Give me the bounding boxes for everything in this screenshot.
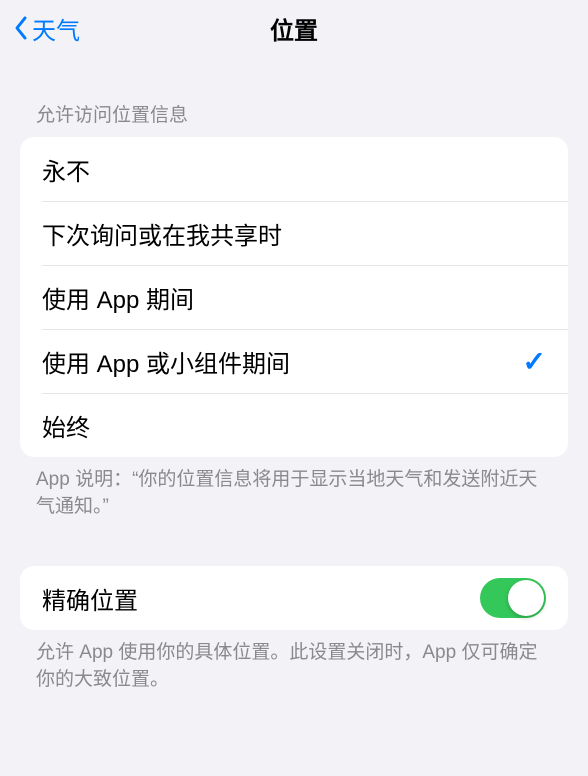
page-title: 位置: [270, 11, 318, 46]
option-label: 永不: [42, 152, 90, 187]
option-label: 使用 App 或小组件期间: [42, 344, 290, 379]
access-options-group: 永不 下次询问或在我共享时 使用 App 期间 使用 App 或小组件期间 ✓ …: [20, 137, 568, 457]
access-option-while-using-or-widgets[interactable]: 使用 App 或小组件期间 ✓: [20, 329, 568, 393]
option-label: 始终: [42, 408, 90, 443]
navigation-bar: 天气 位置: [0, 0, 588, 56]
precise-section-footer: 允许 App 使用你的具体位置。此设置关闭时，App 仅可确定你的大致位置。: [0, 630, 588, 693]
back-button-label: 天气: [32, 11, 80, 46]
precise-location-group: 精确位置: [20, 566, 568, 630]
access-option-always[interactable]: 始终: [20, 393, 568, 457]
access-option-ask-next-time[interactable]: 下次询问或在我共享时: [20, 201, 568, 265]
precise-location-label: 精确位置: [42, 581, 138, 616]
option-label: 下次询问或在我共享时: [42, 216, 282, 251]
option-label: 使用 App 期间: [42, 280, 194, 315]
access-option-never[interactable]: 永不: [20, 137, 568, 201]
precise-location-toggle[interactable]: [480, 578, 546, 618]
chevron-left-icon: [12, 14, 30, 42]
access-section-header: 允许访问位置信息: [0, 56, 588, 137]
access-option-while-using[interactable]: 使用 App 期间: [20, 265, 568, 329]
precise-location-row[interactable]: 精确位置: [20, 566, 568, 630]
toggle-knob: [508, 580, 544, 616]
access-section-footer: App 说明：“你的位置信息将用于显示当地天气和发送附近天气通知。”: [0, 457, 588, 520]
back-button[interactable]: 天气: [8, 7, 84, 50]
checkmark-icon: ✓: [523, 345, 546, 378]
